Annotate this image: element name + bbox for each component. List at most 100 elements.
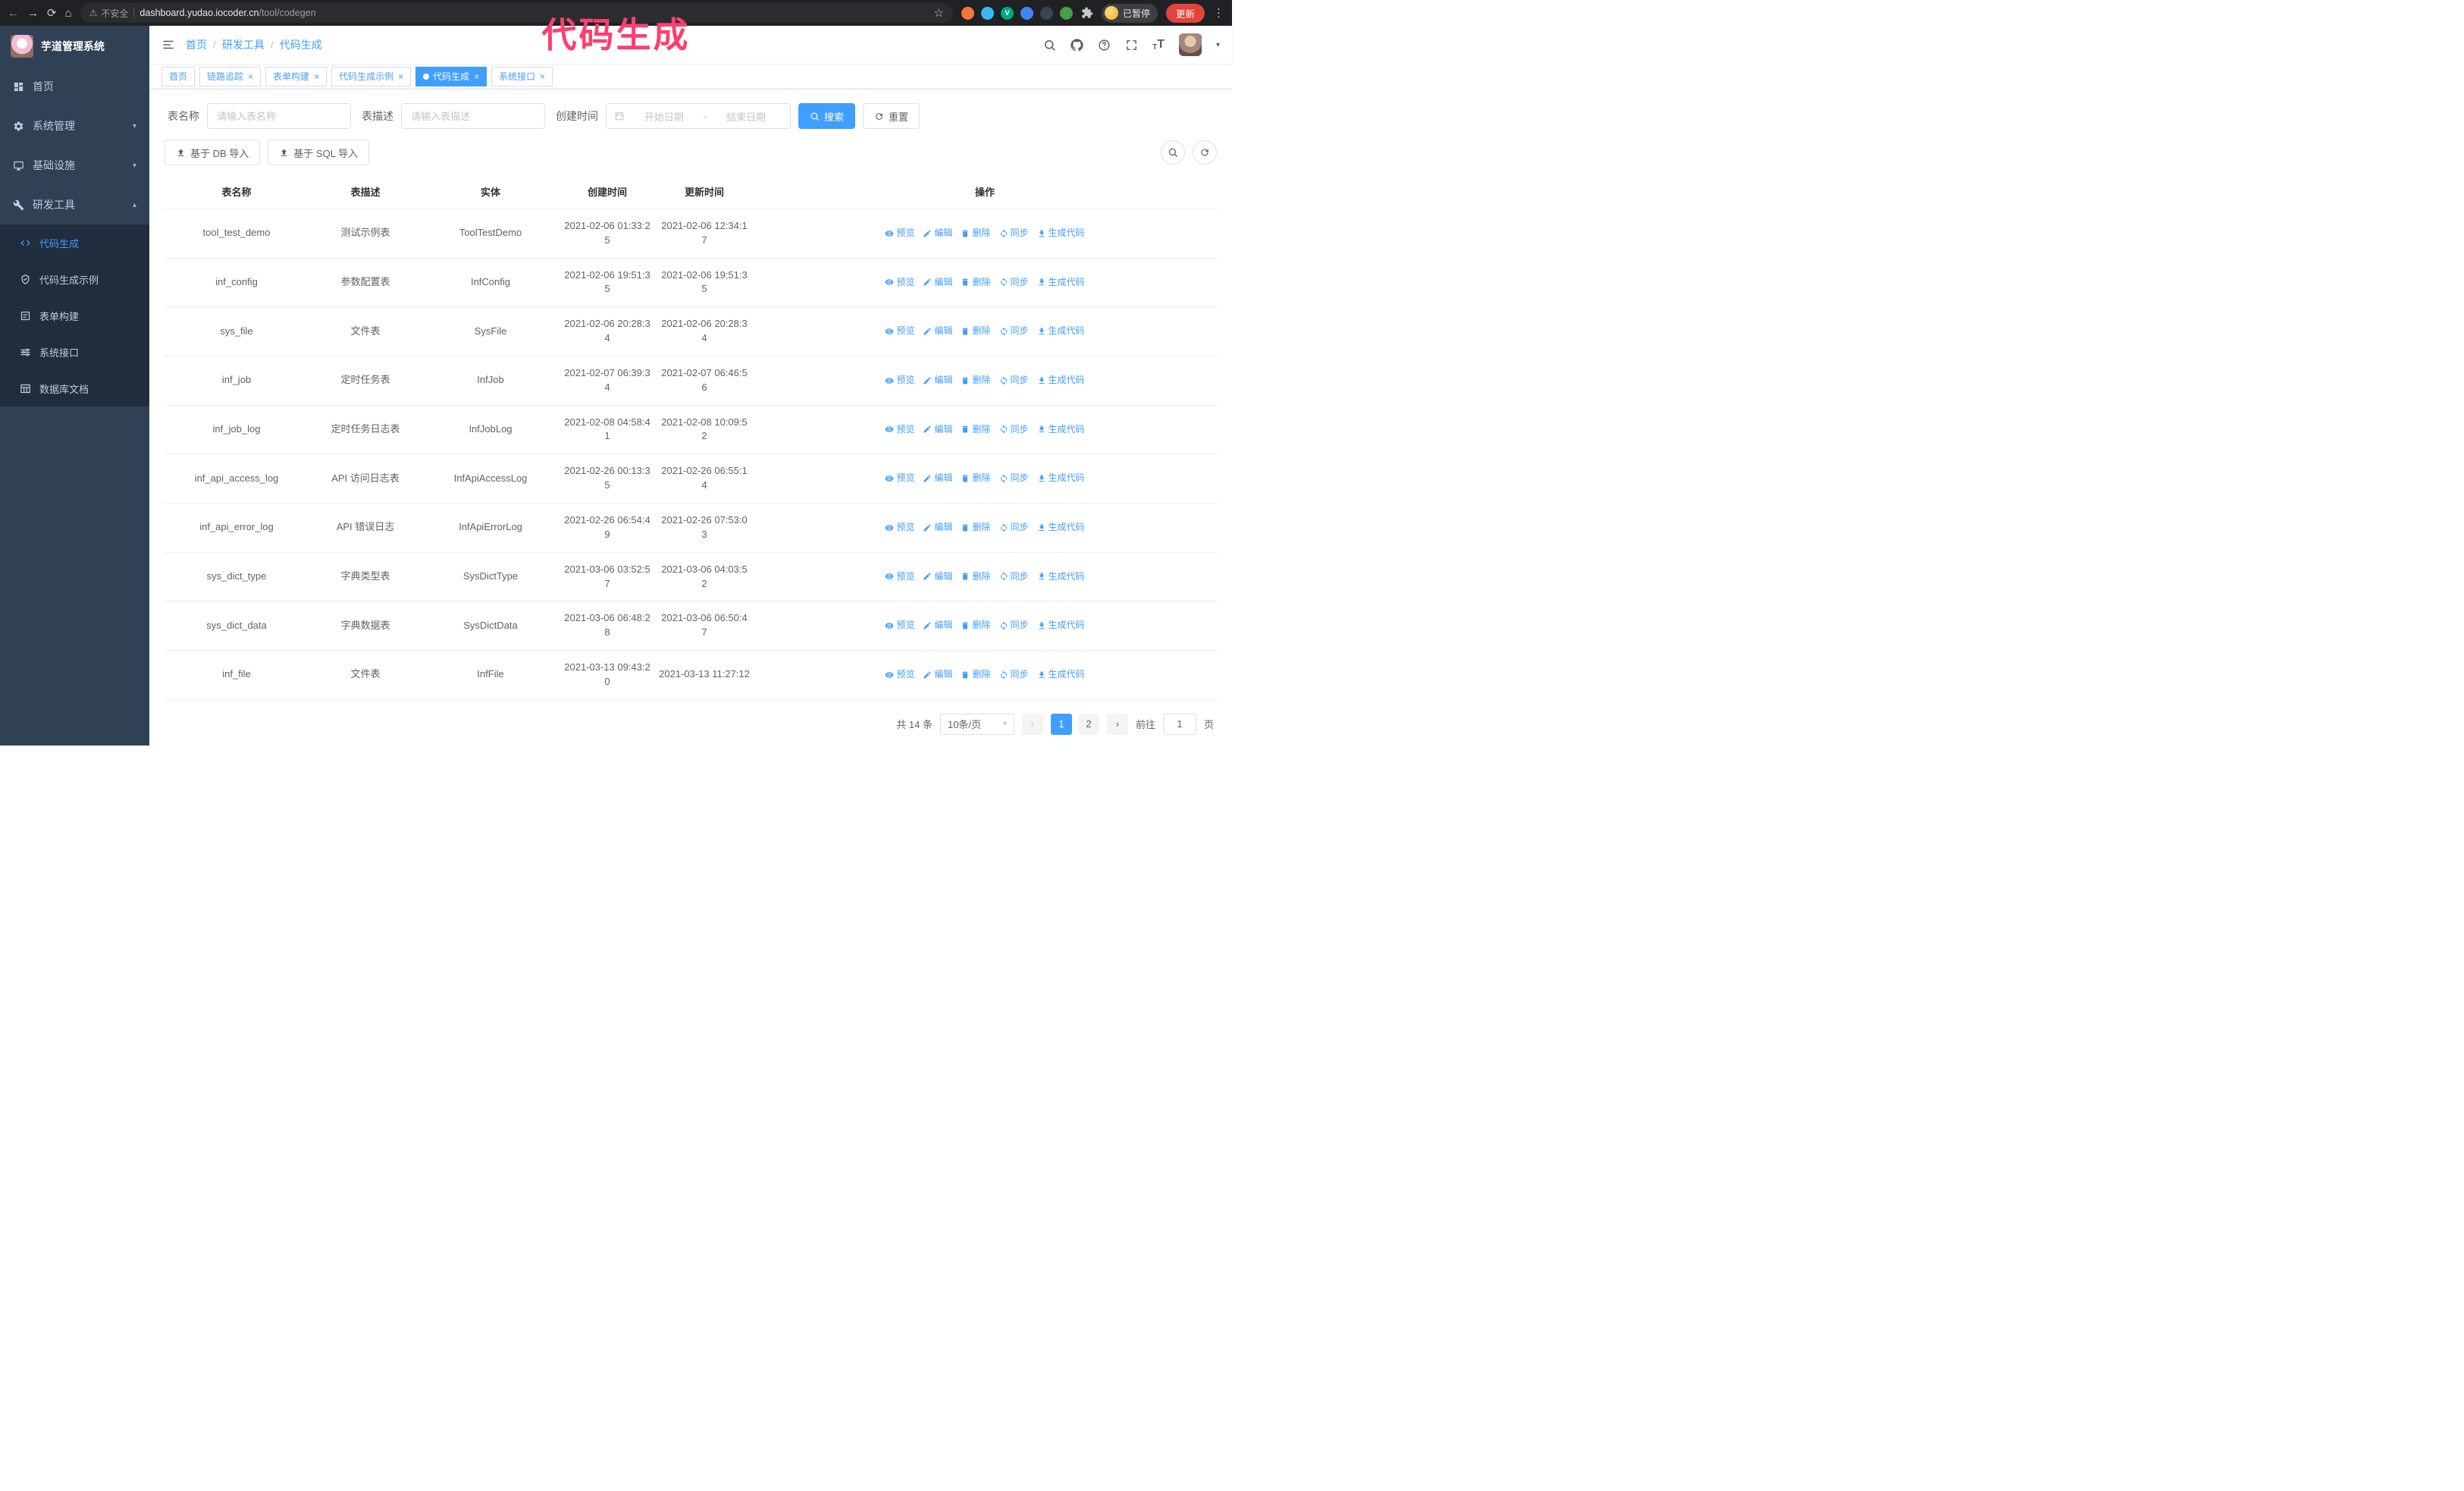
page-size-select[interactable]: 10条/页 ▾ [939,713,1014,735]
bookmark-star-icon[interactable]: ☆ [934,6,944,20]
table-name-input[interactable] [207,103,351,129]
github-icon[interactable] [1071,39,1083,52]
row-action-trash[interactable]: 删除 [961,227,991,240]
breadcrumb-item[interactable]: 首页 [186,37,207,52]
row-action-eye[interactable]: 预览 [885,227,914,240]
row-action-download[interactable]: 生成代码 [1037,521,1085,534]
row-action-trash[interactable]: 删除 [961,570,991,583]
import-db-button[interactable]: 基于 DB 导入 [165,140,261,165]
row-action-eye[interactable]: 预览 [885,619,914,632]
row-action-trash[interactable]: 删除 [961,325,991,337]
row-action-sync[interactable]: 同步 [999,521,1029,534]
row-action-eye[interactable]: 预览 [885,325,914,337]
sidebar-subitem[interactable]: 代码生成示例 [0,261,149,297]
row-action-eye[interactable]: 预览 [885,374,914,387]
sidebar-toggle-icon[interactable] [161,38,175,52]
row-action-download[interactable]: 生成代码 [1037,668,1085,681]
browser-home-button[interactable]: ⌂ [65,8,72,19]
browser-menu-icon[interactable]: ⋮ [1213,8,1224,19]
row-action-download[interactable]: 生成代码 [1037,374,1085,387]
table-row[interactable]: inf_api_access_log API 访问日志表 InfApiAcces… [165,454,1217,504]
sidebar-item[interactable]: 首页 [0,67,149,106]
green-v-extension-icon[interactable]: V [1000,6,1014,20]
close-tab-icon[interactable]: × [314,72,319,81]
sidebar-item[interactable]: 系统管理 ▾ [0,106,149,146]
browser-forward-button[interactable]: → [27,8,39,19]
sidebar-item[interactable]: 研发工具 ▴ [0,185,149,224]
row-action-sync[interactable]: 同步 [999,570,1029,583]
tab-item[interactable]: 表单构建 × [265,66,328,86]
orange-extension-icon[interactable] [961,6,974,20]
sidebar-item[interactable]: 基础设施 ▾ [0,146,149,185]
dark-extension-icon[interactable] [1039,6,1053,20]
row-action-trash[interactable]: 删除 [961,619,991,632]
tab-item[interactable]: 链路追踪 × [199,66,262,86]
blue-drop-extension-icon[interactable] [980,6,994,20]
table-row[interactable]: inf_config 参数配置表 InfConfig 2021-02-06 19… [165,259,1217,308]
row-action-trash[interactable]: 删除 [961,521,991,534]
table-row[interactable]: inf_api_error_log API 错误日志 InfApiErrorLo… [165,504,1217,553]
row-action-edit[interactable]: 编辑 [923,227,952,240]
table-row[interactable]: inf_file 文件表 InfFile 2021-03-13 09:43:20… [165,651,1217,700]
row-action-sync[interactable]: 同步 [999,227,1029,240]
row-action-trash[interactable]: 删除 [961,472,991,485]
close-tab-icon[interactable]: × [474,72,479,81]
row-action-download[interactable]: 生成代码 [1037,325,1085,337]
refresh-table-button[interactable] [1193,140,1217,165]
row-action-eye[interactable]: 预览 [885,570,914,583]
breadcrumb-item[interactable]: 研发工具 [222,37,265,52]
row-action-trash[interactable]: 删除 [961,668,991,681]
help-icon[interactable] [1098,39,1111,52]
row-action-eye[interactable]: 预览 [885,668,914,681]
leaf-extension-icon[interactable] [1059,6,1073,20]
sidebar-subitem[interactable]: 表单构建 [0,297,149,334]
row-action-sync[interactable]: 同步 [999,325,1029,337]
sidebar-subitem[interactable]: 系统接口 [0,334,149,370]
row-action-sync[interactable]: 同步 [999,668,1029,681]
close-tab-icon[interactable]: × [540,72,545,81]
next-page-button[interactable]: › [1106,713,1128,735]
row-action-download[interactable]: 生成代码 [1037,423,1085,436]
user-avatar[interactable] [1178,33,1202,56]
page-button-1[interactable]: 1 [1050,713,1072,735]
row-action-download[interactable]: 生成代码 [1037,227,1085,240]
address-bar[interactable]: ⚠ 不安全 dashboard.yudao.iocoder.cn/tool/co… [80,3,953,23]
row-action-sync[interactable]: 同步 [999,619,1029,632]
row-action-download[interactable]: 生成代码 [1037,472,1085,485]
table-desc-input[interactable] [401,103,545,129]
people-extension-icon[interactable] [1020,6,1033,20]
row-action-edit[interactable]: 编辑 [923,472,952,485]
row-action-trash[interactable]: 删除 [961,276,991,289]
row-action-edit[interactable]: 编辑 [923,570,952,583]
row-action-eye[interactable]: 预览 [885,521,914,534]
table-row[interactable]: inf_job 定时任务表 InfJob 2021-02-07 06:39:34… [165,356,1217,406]
row-action-trash[interactable]: 删除 [961,423,991,436]
font-size-icon[interactable]: TT [1152,38,1165,52]
row-action-sync[interactable]: 同步 [999,472,1029,485]
row-action-edit[interactable]: 编辑 [923,325,952,337]
security-label[interactable]: 不安全 [101,7,128,20]
browser-reload-button[interactable]: ⟳ [47,8,57,19]
row-action-edit[interactable]: 编辑 [923,276,952,289]
row-action-sync[interactable]: 同步 [999,276,1029,289]
row-action-edit[interactable]: 编辑 [923,619,952,632]
tab-item[interactable]: 首页 [161,66,196,86]
row-action-edit[interactable]: 编辑 [923,668,952,681]
table-row[interactable]: sys_dict_data 字典数据表 SysDictData 2021-03-… [165,601,1217,651]
create-time-range-picker[interactable]: 开始日期 - 结束日期 [606,103,791,129]
tab-active[interactable]: 代码生成 × [415,66,487,86]
browser-update-button[interactable]: 更新 [1165,3,1205,23]
sidebar-subitem-active[interactable]: 代码生成 [0,224,149,261]
row-action-sync[interactable]: 同步 [999,374,1029,387]
prev-page-button[interactable]: ‹ [1021,713,1043,735]
browser-profile-chip[interactable]: 已暂停 [1101,3,1158,23]
row-action-edit[interactable]: 编辑 [923,521,952,534]
table-row[interactable]: tool_test_demo 测试示例表 ToolTestDemo 2021-0… [165,209,1217,259]
row-action-eye[interactable]: 预览 [885,276,914,289]
sidebar-subitem[interactable]: 数据库文档 [0,370,149,406]
user-menu-caret-icon[interactable]: ▾ [1216,41,1220,49]
row-action-download[interactable]: 生成代码 [1037,619,1085,632]
close-tab-icon[interactable]: × [248,72,253,81]
fullscreen-icon[interactable] [1125,39,1138,52]
import-sql-button[interactable]: 基于 SQL 导入 [268,140,370,165]
